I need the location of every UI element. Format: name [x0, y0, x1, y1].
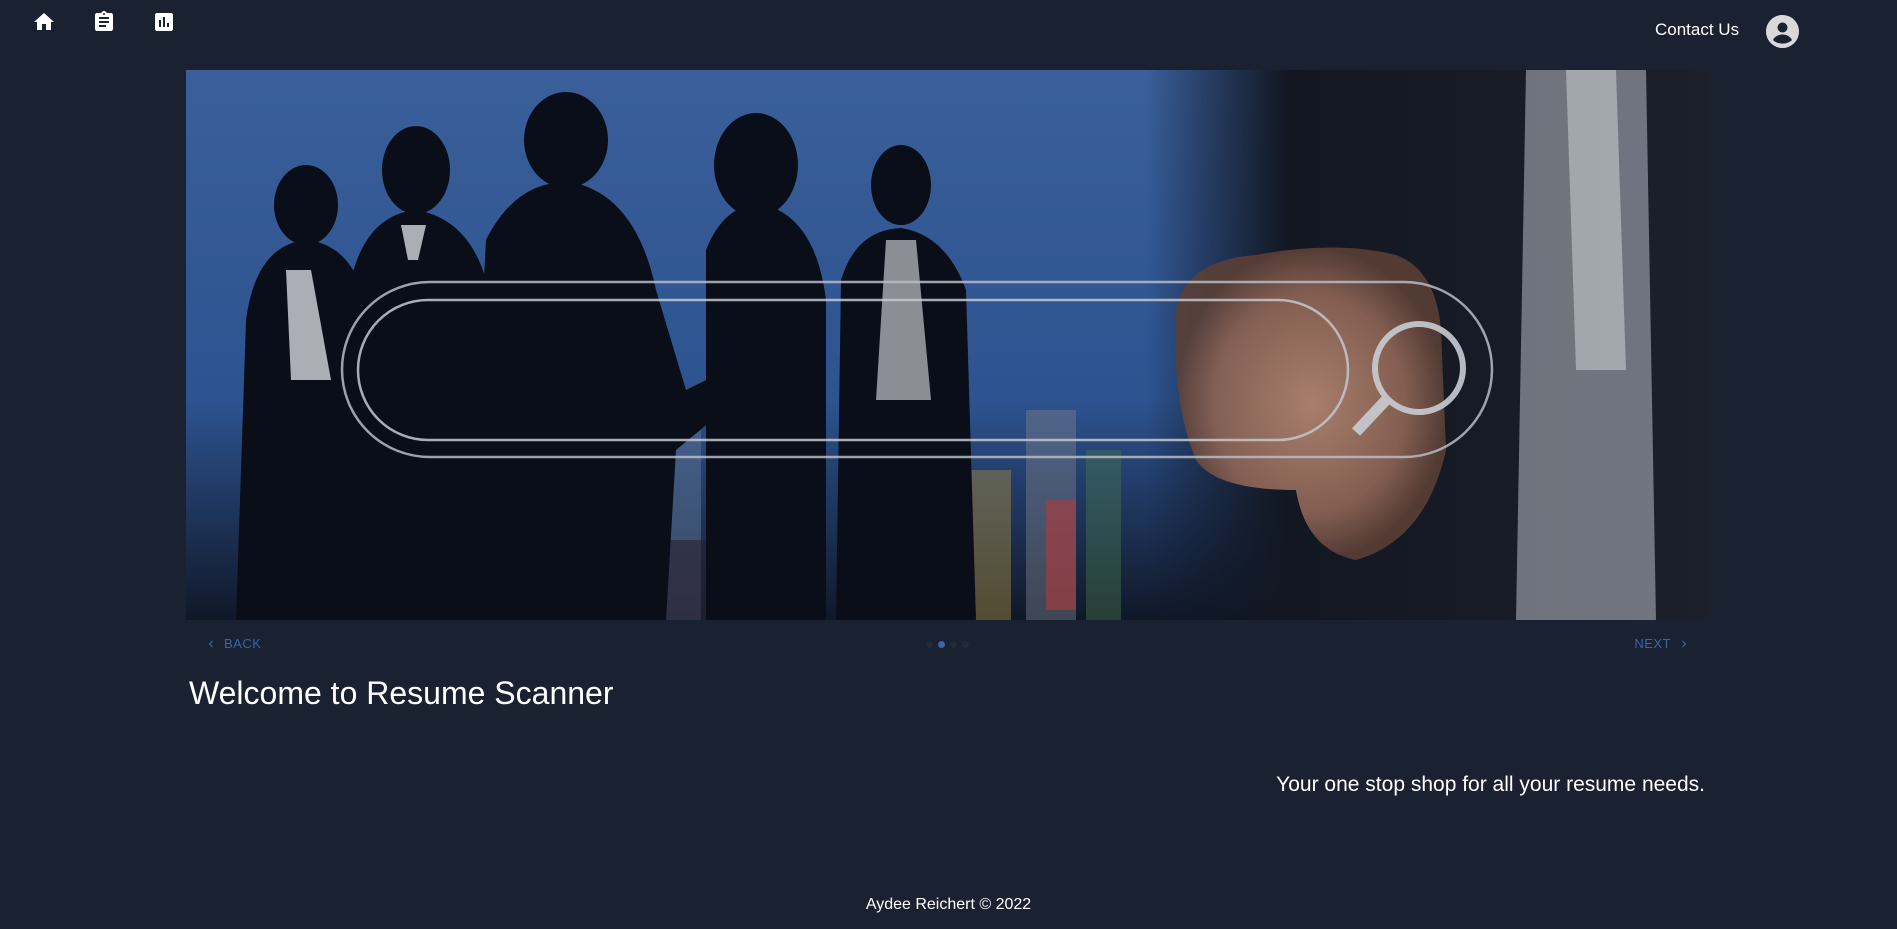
contact-us-link[interactable]: Contact Us [1655, 20, 1739, 40]
step-dot-active [938, 641, 945, 648]
carousel-image [186, 70, 1709, 620]
back-button[interactable]: BACK [204, 636, 261, 651]
back-label: BACK [224, 636, 262, 651]
page-title: Welcome to Resume Scanner [189, 675, 614, 711]
bar-chart-icon[interactable] [152, 10, 176, 34]
step-dot [950, 641, 957, 648]
step-dot [962, 641, 969, 648]
carousel-stepper: BACK NEXT [186, 625, 1709, 663]
next-label: NEXT [1634, 636, 1671, 651]
tagline-text: Your one stop shop for all your resume n… [1276, 773, 1705, 796]
step-dots [926, 641, 969, 648]
account-circle-icon[interactable] [1766, 15, 1799, 48]
step-dot [926, 641, 933, 648]
top-app-bar: Contact Us [0, 0, 1897, 60]
chevron-right-icon [1682, 640, 1687, 647]
clipboard-icon[interactable] [92, 10, 116, 34]
footer-copyright: Aydee Reichert © 2022 [865, 896, 1032, 913]
chevron-left-icon [208, 640, 213, 647]
next-button[interactable]: NEXT [1634, 636, 1691, 651]
home-icon[interactable] [32, 10, 56, 34]
